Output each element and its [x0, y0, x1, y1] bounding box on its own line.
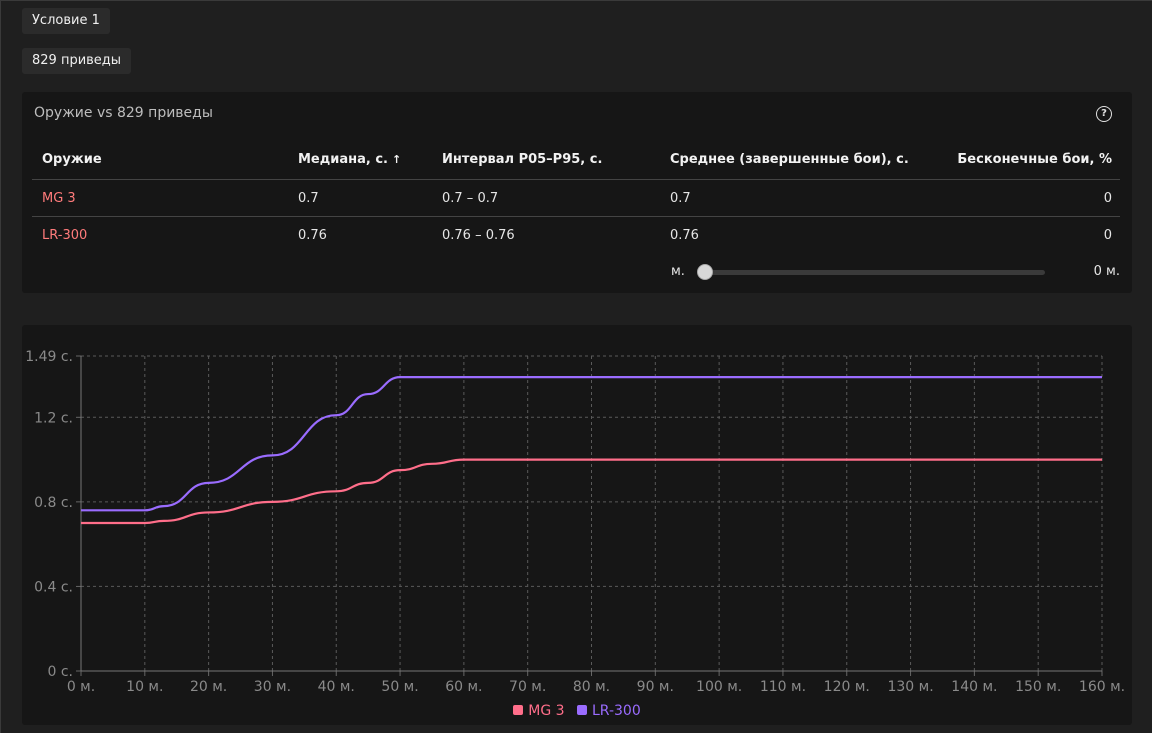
weapon-name[interactable]: LR-300 [42, 217, 87, 254]
distance-slider-thumb[interactable] [697, 264, 713, 280]
column-header-interval[interactable]: Интервал P05–P95, с. [442, 141, 602, 178]
table-header-row: Оружие Медиана, с. ↑ Интервал P05–P95, с.… [32, 141, 1120, 178]
x-tick-label: 150 м. [1015, 679, 1061, 695]
slider-value-label: 0 м. [1093, 264, 1120, 279]
column-header-median[interactable]: Медиана, с. ↑ [298, 141, 401, 178]
column-header-weapon[interactable]: Оружие [42, 141, 102, 178]
chart-legend: MG 3 LR-300 [22, 703, 1132, 719]
weapon-name[interactable]: MG 3 [42, 180, 76, 217]
x-tick-label: 70 м. [509, 679, 546, 695]
table-row: MG 3 0.7 0.7 – 0.7 0.7 0 [32, 179, 1120, 216]
interval-value: 0.7 – 0.7 [442, 191, 499, 206]
line-chart: 0 м. 10 м. 20 м. 30 м. 40 м. 50 м. 60 м. 70 м. 8… [25, 349, 1125, 695]
x-tick-label: 110 м. [760, 679, 806, 695]
sort-asc-icon: ↑ [392, 153, 402, 166]
legend-label-lr300: LR-300 [592, 703, 641, 719]
filter-tag[interactable]: 829 приведы [22, 48, 132, 74]
median-value: 0.76 [298, 228, 327, 243]
x-tick-label: 130 м. [887, 679, 933, 695]
y-tick-label: 1.2 с. [34, 410, 73, 426]
mean-value: 0.7 [670, 191, 691, 206]
legend-label-mg3: MG 3 [528, 703, 565, 719]
legend-item-lr300[interactable]: LR-300 [577, 703, 641, 719]
x-tick-label: 160 м. [1079, 679, 1125, 695]
x-tick-label: 0 м. [67, 679, 95, 695]
column-header-mean[interactable]: Среднее (завершенные бои), с. [670, 141, 909, 178]
interval-value: 0.76 – 0.76 [442, 228, 515, 243]
condition-tag[interactable]: Условие 1 [22, 8, 110, 34]
distance-slider-row: м. 0 м. [22, 262, 1132, 282]
x-tick-label: 140 м. [951, 679, 997, 695]
y-tick-label: 0.4 с. [34, 579, 73, 595]
x-tick-label: 100 м. [696, 679, 742, 695]
infinite-value: 0 [1103, 191, 1112, 206]
distance-slider-track[interactable] [705, 270, 1045, 275]
x-tick-label: 10 м. [126, 679, 163, 695]
y-tick-label: 0 с. [47, 664, 73, 680]
table-row: LR-300 0.76 0.76 – 0.76 0.76 0 [32, 216, 1120, 253]
mean-value: 0.76 [670, 228, 699, 243]
x-tick-label: 20 м. [190, 679, 227, 695]
column-header-median-label: Медиана, с. [298, 152, 388, 167]
median-value: 0.7 [298, 191, 319, 206]
column-header-infinite[interactable]: Бесконечные бои, % [957, 141, 1112, 178]
chart-card: 0 м. 10 м. 20 м. 30 м. 40 м. 50 м. 60 м. 70 м. 8… [22, 325, 1132, 725]
legend-swatch-mg3 [513, 705, 524, 715]
y-tick-label: 1.49 с. [25, 349, 73, 365]
table-title: Оружие vs 829 приведы [34, 105, 213, 121]
comparison-table-card: Оружие vs 829 приведы ? Оружие Медиана, … [22, 92, 1132, 293]
infinite-value: 0 [1103, 228, 1112, 243]
x-tick-label: 40 м. [318, 679, 355, 695]
x-tick-label: 30 м. [254, 679, 291, 695]
x-tick-label: 60 м. [445, 679, 482, 695]
help-icon[interactable]: ? [1096, 106, 1112, 122]
x-tick-label: 50 м. [381, 679, 418, 695]
x-tick-label: 120 м. [824, 679, 870, 695]
x-tick-label: 80 м. [573, 679, 610, 695]
slider-unit-label: м. [671, 264, 685, 279]
legend-item-mg3[interactable]: MG 3 [513, 703, 565, 719]
y-tick-label: 0.8 с. [34, 495, 73, 511]
x-tick-label: 90 м. [637, 679, 674, 695]
legend-swatch-lr300 [577, 705, 587, 715]
